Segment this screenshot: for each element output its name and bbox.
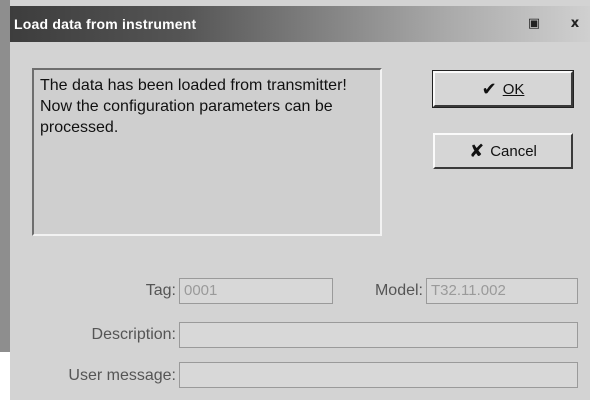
cancel-button-label: Cancel (490, 142, 537, 160)
cancel-button[interactable]: ✘ Cancel (433, 133, 573, 169)
ok-button[interactable]: ✔ OK (432, 70, 574, 108)
description-field[interactable] (179, 322, 578, 348)
description-label: Description: (91, 326, 176, 343)
load-data-dialog: Load data from instrument ▣ x The data h… (10, 0, 590, 400)
window-title: Load data from instrument (14, 16, 197, 32)
checkmark-icon: ✔ (481, 78, 497, 100)
user-message-label: User message: (68, 367, 176, 384)
cross-icon: ✘ (469, 140, 485, 162)
model-label: Model: (374, 282, 423, 299)
user-message-field[interactable] (179, 362, 578, 388)
tag-label: Tag: (145, 282, 176, 299)
help-icon[interactable]: ▣ (524, 14, 544, 32)
tag-field[interactable]: 0001 (179, 278, 333, 304)
close-icon[interactable]: x (565, 14, 585, 32)
status-message: The data has been loaded from transmitte… (32, 68, 382, 236)
model-field[interactable]: T32.11.002 (426, 278, 578, 304)
ok-button-label: OK (502, 80, 525, 98)
title-bar[interactable]: Load data from instrument ▣ x (10, 6, 590, 42)
